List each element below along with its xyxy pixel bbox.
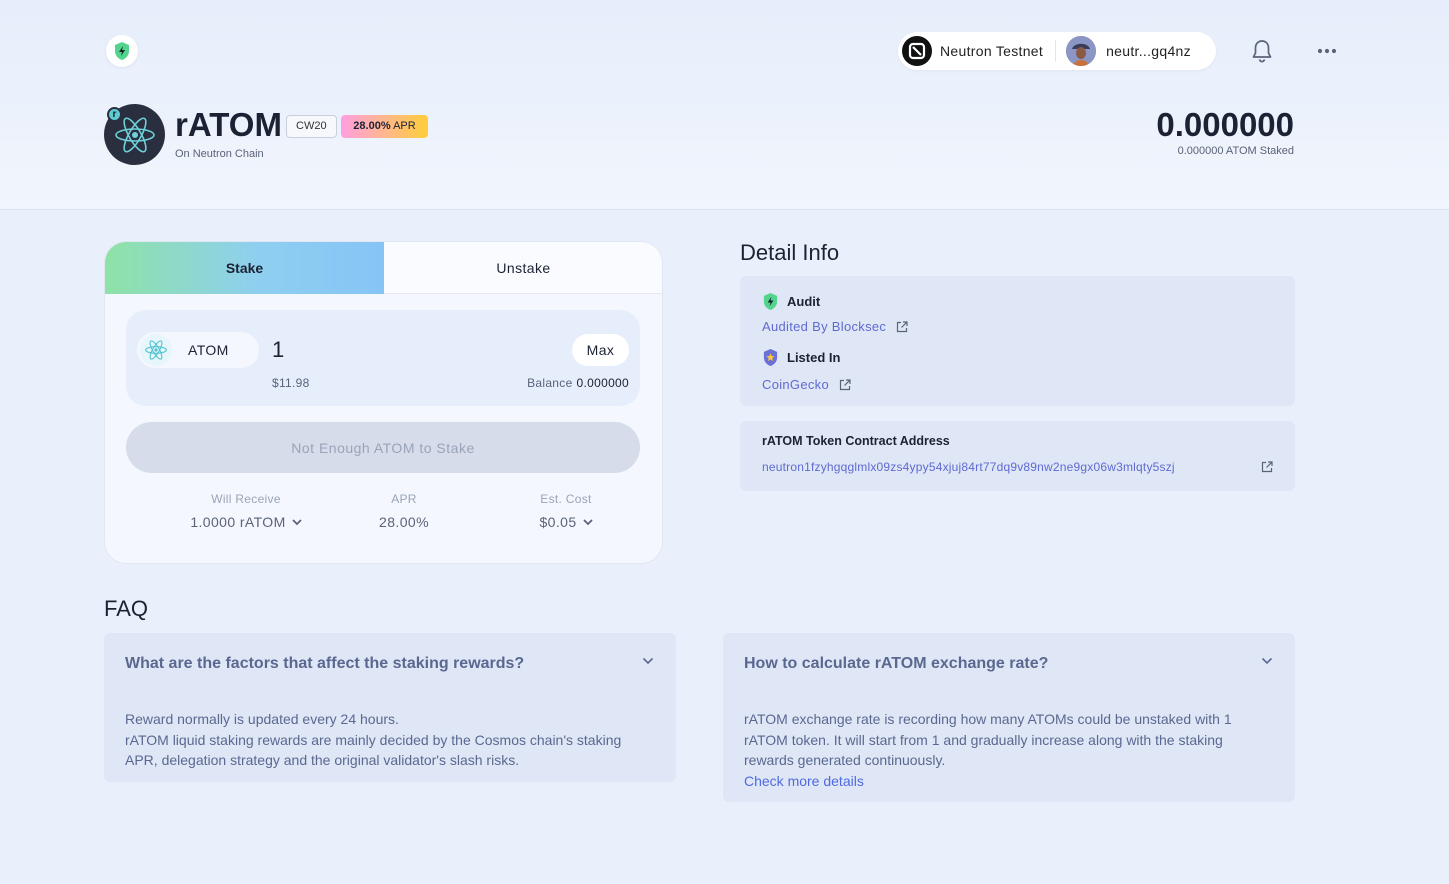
listed-link-row[interactable]: CoinGecko xyxy=(762,377,851,392)
input-token-select[interactable]: ATOM xyxy=(137,332,259,368)
audit-heading: Audit xyxy=(787,294,821,309)
external-link-icon[interactable] xyxy=(1261,461,1273,473)
faq-item[interactable]: What are the factors that affect the sta… xyxy=(104,633,676,782)
chevron-down-icon[interactable] xyxy=(642,657,654,665)
more-dots-icon[interactable] xyxy=(1315,40,1339,62)
token-hero xyxy=(0,0,1449,210)
stat-label: APR xyxy=(391,492,417,506)
listed-heading-row: Listed In xyxy=(762,348,840,367)
stat-label: Will Receive xyxy=(211,492,281,506)
faq-answer-line: rATOM liquid staking rewards are mainly … xyxy=(125,731,622,769)
input-token-name: ATOM xyxy=(188,342,229,358)
contract-heading-row: rATOM Token Contract Address xyxy=(762,434,950,448)
amount-input-box: ATOM Max $11.98 Balance0.000000 xyxy=(126,310,640,406)
stat-apr: APR 28.00% xyxy=(324,492,484,530)
contract-address[interactable]: neutron1fzyhgqglmlx09zs4ypy54xjuj84rt77d… xyxy=(762,460,1175,474)
contract-heading: rATOM Token Contract Address xyxy=(762,434,950,448)
wallet-avatar xyxy=(1066,36,1097,66)
chevron-down-icon[interactable] xyxy=(1261,657,1273,665)
wallet-address[interactable]: neutr...gq4nz xyxy=(1106,43,1191,59)
staked-sub: 0.000000 ATOM Staked xyxy=(1177,145,1294,157)
stat-label: Est. Cost xyxy=(540,492,592,506)
chevron-down-icon xyxy=(292,518,302,525)
tab-unstake[interactable]: Unstake xyxy=(384,242,662,294)
faq-title: FAQ xyxy=(104,596,149,621)
token-r-badge: r xyxy=(107,107,122,122)
coingecko-link[interactable]: CoinGecko xyxy=(762,377,829,392)
stake-action-button[interactable]: Not Enough ATOM to Stake xyxy=(126,422,640,473)
neutron-icon xyxy=(902,36,932,66)
external-link-icon[interactable] xyxy=(839,378,851,391)
shield-bolt-icon xyxy=(763,293,778,310)
token-chain: On Neutron Chain xyxy=(175,148,264,160)
shield-bolt-icon xyxy=(115,42,129,60)
apr-tag: 28.00% APR xyxy=(341,115,428,138)
external-link-icon[interactable] xyxy=(896,320,908,333)
staked-value: 0.000000 xyxy=(1156,106,1294,143)
audit-link[interactable]: Audited By Blocksec xyxy=(762,319,886,334)
apr-tag-label: APR xyxy=(393,120,416,132)
token-standard-tag: CW20 xyxy=(286,115,337,138)
detail-info-title: Detail Info xyxy=(740,240,840,265)
contract-address-box: rATOM Token Contract Address neutron1fzy… xyxy=(740,421,1295,491)
stat-value-row: 28.00% xyxy=(324,514,484,530)
balance-label: Balance xyxy=(527,376,573,390)
chevron-down-icon xyxy=(582,518,593,525)
faq-answer-line: rATOM exchange rate is recording how man… xyxy=(744,711,1232,768)
faq-question[interactable]: What are the factors that affect the sta… xyxy=(125,655,524,673)
max-button[interactable]: Max xyxy=(572,334,629,366)
token-name: rATOM xyxy=(175,106,282,143)
balance-value: 0.000000 xyxy=(576,376,629,390)
balance: Balance 0.000000 xyxy=(527,376,629,390)
network-wallet-pill[interactable]: Neutron Testnet neutr...gq4nz xyxy=(898,32,1216,70)
faq-answer-line: Reward normally is updated every 24 hour… xyxy=(125,711,399,727)
audit-listing-box: Audit Audited By Blocksec Listed In Coin… xyxy=(740,276,1295,406)
faq-answer: Reward normally is updated every 24 hour… xyxy=(125,709,655,771)
contract-address-row[interactable]: neutron1fzyhgqglmlx09zs4ypy54xjuj84rt77d… xyxy=(762,460,1175,474)
will-receive-dropdown[interactable]: 1.0000 rATOM xyxy=(166,514,326,530)
listed-heading: Listed In xyxy=(787,350,841,365)
app-logo[interactable] xyxy=(106,35,138,67)
amount-input[interactable] xyxy=(272,335,552,365)
est-cost-dropdown[interactable]: $0.05 xyxy=(486,514,646,530)
stat-value: $0.05 xyxy=(539,514,577,530)
shield-star-icon xyxy=(763,349,778,366)
faq-answer: rATOM exchange rate is recording how man… xyxy=(744,709,1254,791)
stake-card: Stake Unstake ATOM Max $11.98 Balance0.0… xyxy=(104,241,663,564)
apr-tag-value: 28.00% xyxy=(353,120,391,132)
faq-item[interactable]: How to calculate rATOM exchange rate? rA… xyxy=(723,633,1295,802)
cosmos-atom-icon xyxy=(140,334,172,366)
stat-est-cost: Est. Cost $0.05 xyxy=(486,492,646,530)
usd-value: $11.98 xyxy=(272,376,310,390)
check-more-details-link[interactable]: Check more details xyxy=(744,771,1254,792)
tab-stake[interactable]: Stake xyxy=(105,242,384,294)
bell-icon[interactable] xyxy=(1250,38,1274,64)
stake-tabs: Stake Unstake xyxy=(105,242,662,294)
audit-heading-row: Audit xyxy=(762,292,820,311)
stat-will-receive: Will Receive 1.0000 rATOM xyxy=(166,492,326,530)
audit-link-row[interactable]: Audited By Blocksec xyxy=(762,319,908,334)
pill-divider xyxy=(1055,40,1057,62)
network-name[interactable]: Neutron Testnet xyxy=(940,43,1043,59)
stat-value: 1.0000 rATOM xyxy=(190,514,286,530)
stat-value: 28.00% xyxy=(379,514,429,530)
faq-question[interactable]: How to calculate rATOM exchange rate? xyxy=(744,655,1048,673)
